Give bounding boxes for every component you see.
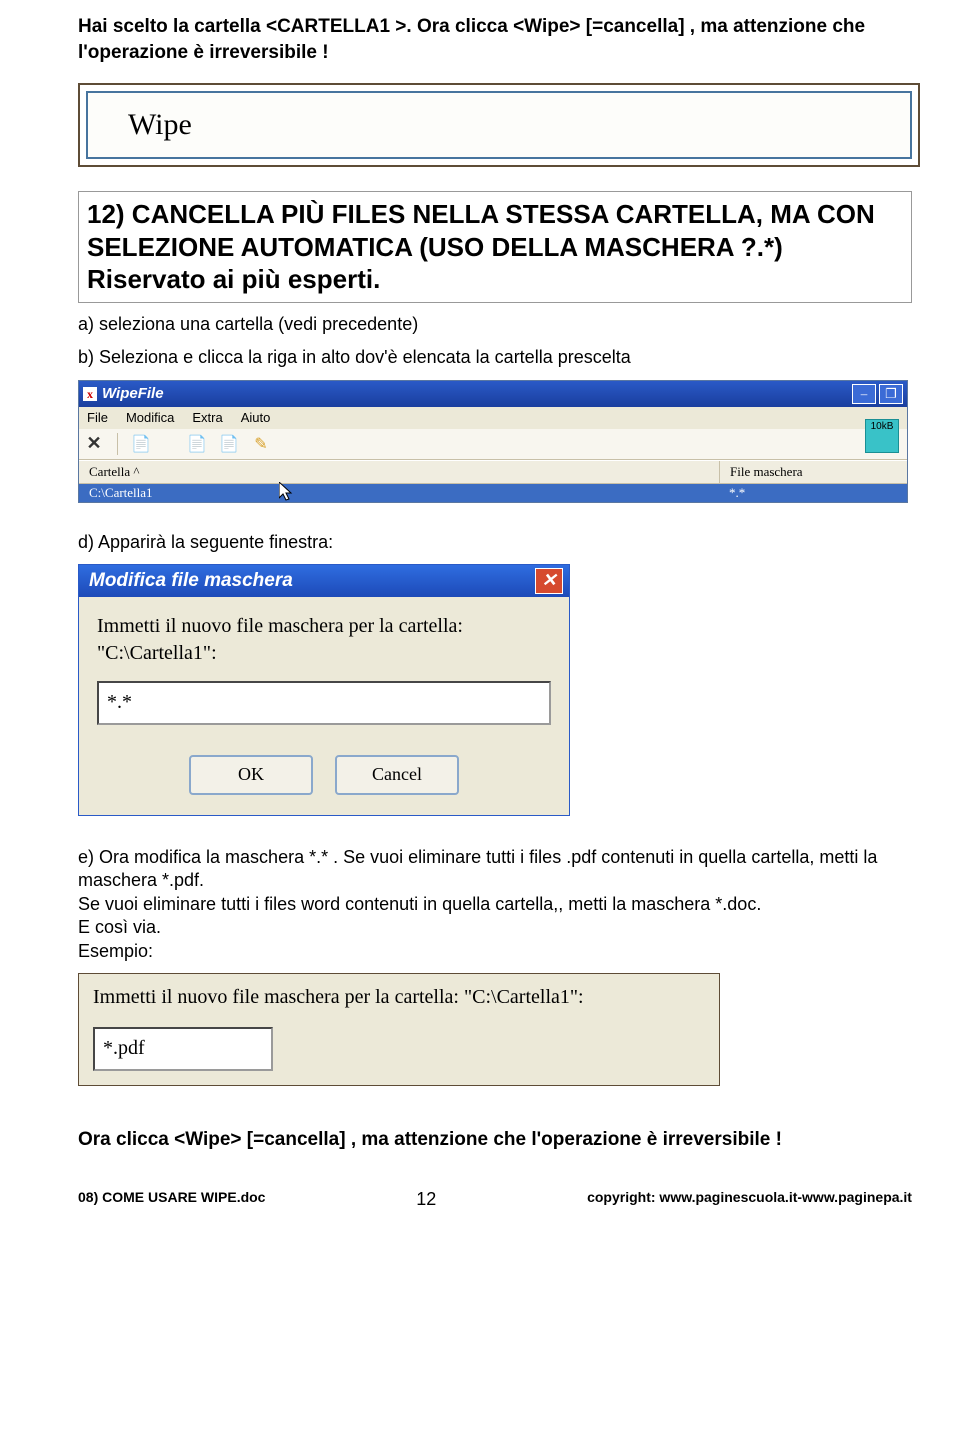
menu-file[interactable]: File: [87, 410, 108, 425]
toolbar: ✕ 📄 📄 📄 ✎ 10kB: [79, 429, 907, 460]
close-icon: ✕: [541, 570, 556, 591]
titlebar: x WipeFile – ❐ ✕: [79, 381, 907, 407]
col-cartella[interactable]: Cartella ^: [79, 461, 720, 483]
menubar: File Modifica Extra Aiuto: [79, 407, 907, 429]
wipefile-window: x WipeFile – ❐ ✕ File Modifica Extra Aiu…: [78, 380, 908, 503]
tool-pencil-icon[interactable]: ✎: [252, 435, 270, 453]
mask-input-value: *.*: [107, 691, 132, 714]
maximize-button[interactable]: ❐: [879, 384, 903, 404]
list-row-selected[interactable]: C:\Cartella1 *.*: [79, 484, 907, 502]
wipe-button-label: Wipe: [128, 108, 192, 142]
mask-dialog: Modifica file maschera ✕ Immetti il nuov…: [78, 564, 570, 816]
page-footer: 08) COME USARE WIPE.doc 12 copyright: ww…: [78, 1189, 912, 1210]
tool-page3-icon[interactable]: 📄: [220, 435, 238, 453]
step-a: a) seleziona una cartella (vedi preceden…: [78, 313, 912, 336]
row-mask: *.*: [719, 484, 907, 502]
footer-pagenum: 12: [416, 1189, 436, 1210]
window-title: WipeFile: [102, 385, 852, 402]
dialog-titlebar: Modifica file maschera ✕: [79, 565, 569, 597]
menu-extra[interactable]: Extra: [192, 410, 222, 425]
cancel-button[interactable]: Cancel: [335, 755, 459, 795]
snippet-label: Immetti il nuovo file maschera per la ca…: [93, 984, 705, 1011]
final-note: Ora clicca <Wipe> [=cancella] , ma atten…: [78, 1128, 912, 1153]
dialog-close-button[interactable]: ✕: [535, 568, 563, 594]
minimize-button[interactable]: –: [852, 384, 876, 404]
tool-page-icon[interactable]: 📄: [132, 435, 150, 453]
app-icon: x: [83, 387, 97, 401]
cursor-icon: [279, 482, 297, 504]
col-filemaschera[interactable]: File maschera: [720, 461, 907, 483]
snippet-input[interactable]: *.pdf: [93, 1027, 273, 1071]
dialog-label: Immetti il nuovo file maschera per la ca…: [97, 613, 551, 667]
section-heading-12: 12) CANCELLA PIÙ FILES NELLA STESSA CART…: [78, 191, 912, 303]
example-snippet: Immetti il nuovo file maschera per la ca…: [78, 973, 720, 1086]
size-badge: 10kB: [865, 419, 899, 453]
tool-page2-icon[interactable]: 📄: [188, 435, 206, 453]
step-e: e) Ora modifica la maschera *.* . Se vuo…: [78, 846, 912, 963]
list-header: Cartella ^ File maschera: [79, 460, 907, 484]
step-b: b) Seleziona e clicca la riga in alto do…: [78, 346, 912, 369]
footer-copyright: copyright: www.paginescuola.it-www.pagin…: [587, 1189, 912, 1210]
tool-x-icon[interactable]: ✕: [85, 435, 103, 453]
mask-input[interactable]: *.*: [97, 681, 551, 725]
row-path: C:\Cartella1: [89, 485, 153, 500]
menu-modifica[interactable]: Modifica: [126, 410, 174, 425]
footer-docname: 08) COME USARE WIPE.doc: [78, 1189, 265, 1210]
menu-aiuto[interactable]: Aiuto: [241, 410, 271, 425]
intro-text: Hai scelto la cartella <CARTELLA1 >. Ora…: [78, 14, 912, 65]
dialog-title: Modifica file maschera: [89, 570, 293, 592]
step-d: d) Apparirà la seguente finestra:: [78, 531, 912, 554]
wipe-button[interactable]: Wipe: [86, 91, 912, 159]
wipe-figure: Wipe: [78, 83, 920, 167]
snippet-input-value: *.pdf: [103, 1037, 145, 1060]
ok-button[interactable]: OK: [189, 755, 313, 795]
